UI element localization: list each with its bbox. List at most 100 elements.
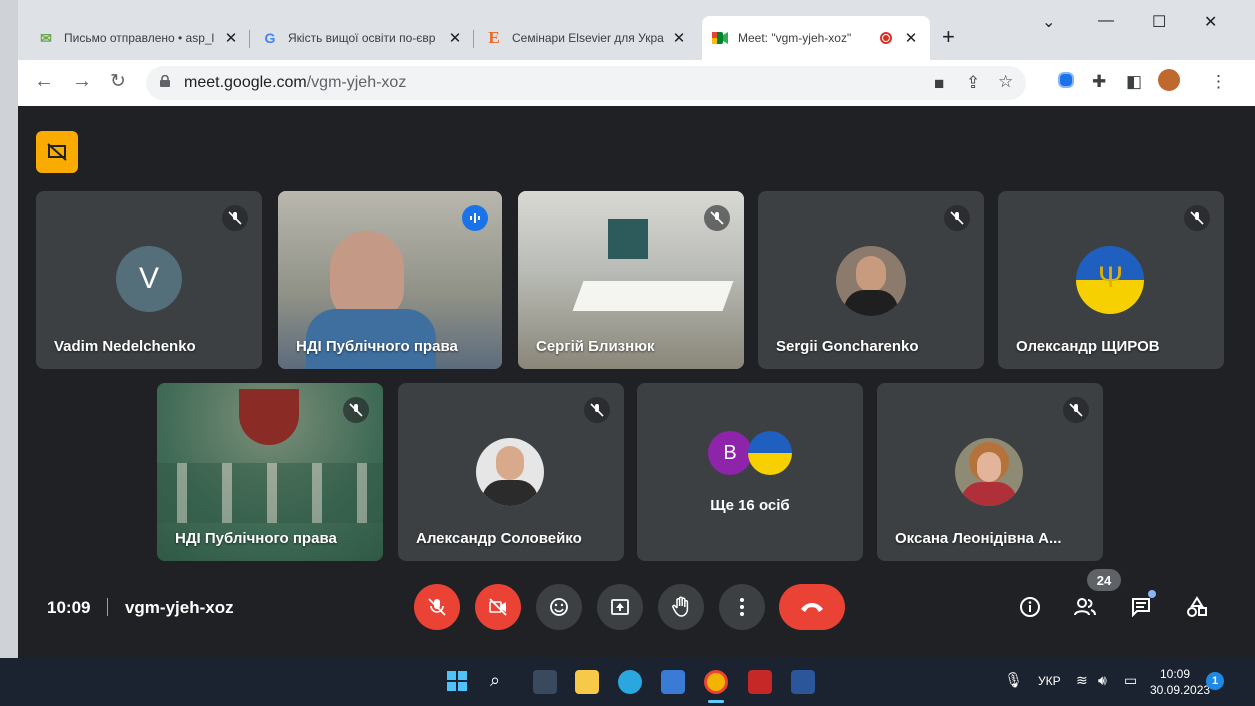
url-host: meet.google.com [184, 74, 307, 91]
mic-toggle-button[interactable] [414, 584, 460, 630]
close-tab-icon[interactable]: ✕ [670, 29, 688, 47]
participant-name: НДІ Публічного права [296, 338, 458, 355]
divider [107, 598, 109, 616]
trident-icon: Ψ [1098, 261, 1124, 294]
file-explorer-icon[interactable] [575, 670, 599, 694]
emoji-button[interactable] [536, 584, 582, 630]
search-icon[interactable]: ⌕ [490, 670, 514, 694]
minimize-icon[interactable]: — [1098, 12, 1114, 30]
profile-avatar-icon[interactable] [1158, 69, 1180, 96]
info-icon [1020, 597, 1040, 617]
language-indicator[interactable]: УКР [1038, 674, 1061, 688]
participant-name: НДІ Публічного права [175, 530, 337, 547]
participant-tile[interactable]: V Vadim Nedelchenko [36, 191, 262, 369]
chrome-icon[interactable] [704, 670, 728, 694]
wifi-icon[interactable]: ≋ [1076, 672, 1088, 689]
activities-button[interactable] [1184, 594, 1210, 620]
participant-name: Vadim Nedelchenko [54, 338, 196, 355]
share-icon[interactable]: ⇪ [966, 73, 980, 93]
participant-tile[interactable]: НДІ Публічного права [278, 191, 502, 369]
close-tab-icon[interactable]: ✕ [902, 29, 920, 47]
avatar: V [116, 246, 182, 312]
phone-hangup-icon [801, 603, 823, 612]
tab-meet[interactable]: Meet: "vgm-yjeh-xoz" ✕ [702, 16, 930, 60]
banner-pattern [157, 463, 383, 523]
meeting-details-button[interactable] [1017, 594, 1043, 620]
extensions-puzzle-icon[interactable]: ✚ [1092, 72, 1106, 92]
present-icon [611, 599, 629, 615]
camera-in-use-icon[interactable]: ■ [934, 74, 944, 94]
task-view-icon[interactable] [533, 670, 557, 694]
maximize-icon[interactable]: ☐ [1152, 12, 1166, 32]
forward-icon[interactable]: → [72, 70, 92, 93]
reload-icon[interactable]: ↻ [110, 70, 126, 93]
tab-strip: ✉ Письмо отправлено • asp_l ✕ G Якість в… [18, 0, 1255, 60]
participant-tile[interactable]: Ψ Олександр ЩИРОВ [998, 191, 1224, 369]
participant-name: Sergii Goncharenko [776, 338, 919, 355]
notification-badge[interactable]: 1 [1206, 672, 1224, 690]
participant-tile[interactable]: Сергій Близнюк [518, 191, 744, 369]
tab-google[interactable]: G Якість вищої освіти по-євр ✕ [252, 16, 474, 60]
tab-elsevier[interactable]: E Семінари Elsevier для Укра ✕ [476, 16, 698, 60]
close-tab-icon[interactable]: ✕ [222, 29, 240, 47]
browser-menu-icon[interactable]: ⋮ [1210, 72, 1227, 92]
side-panel-icon[interactable]: ◧ [1126, 72, 1142, 92]
address-bar[interactable]: meet.google.com/vgm-yjeh-xoz ■ ⇪ ☆ [146, 66, 1026, 100]
participant-tile[interactable]: НДІ Публічного права [157, 383, 383, 561]
participant-tile[interactable]: Оксана Леонідівна А... [877, 383, 1103, 561]
extension-circle-icon[interactable] [1058, 72, 1074, 93]
url-path: /vgm-yjeh-xoz [306, 74, 407, 91]
participant-name: Оксана Леонідівна А... [895, 530, 1062, 547]
mic-off-icon [1184, 205, 1210, 231]
lock-icon [160, 75, 170, 87]
ukraine-flag-avatar [748, 431, 792, 475]
meeting-code: vgm-yjeh-xoz [124, 598, 234, 617]
participant-tile[interactable]: Sergii Goncharenko [758, 191, 984, 369]
recording-indicator-icon [880, 32, 892, 44]
close-window-icon[interactable]: ✕ [1204, 12, 1217, 32]
edge-browser-icon[interactable] [618, 670, 642, 694]
others-tile[interactable]: B Ще 16 осіб [637, 383, 863, 561]
chevron-down-icon[interactable]: ⌄ [1042, 12, 1055, 32]
url-text: meet.google.com/vgm-yjeh-xoz [184, 74, 406, 92]
participant-tile[interactable]: Александр Соловейко [398, 383, 624, 561]
new-tab-icon[interactable]: + [942, 24, 955, 50]
pdf-editor-icon[interactable] [748, 670, 772, 694]
meet-icon [712, 30, 728, 46]
volume-icon[interactable]: 🔊︎ [1098, 672, 1107, 689]
bookmark-star-icon[interactable]: ☆ [998, 72, 1013, 92]
clock-time: 10:09 [1159, 667, 1190, 681]
close-tab-icon[interactable]: ✕ [446, 29, 464, 47]
mic-off-icon [704, 205, 730, 231]
chat-button[interactable] [1128, 590, 1156, 620]
back-icon[interactable]: ← [34, 70, 54, 93]
windows-start-icon[interactable] [446, 670, 470, 694]
camera-toggle-button[interactable] [475, 584, 521, 630]
camera-off-icon [489, 598, 507, 616]
participant-name: Олександр ЩИРОВ [1016, 338, 1160, 355]
participant-name: Александр Соловейко [416, 530, 582, 547]
people-button[interactable] [1072, 594, 1098, 620]
word-icon[interactable] [791, 670, 815, 694]
present-off-icon[interactable] [36, 131, 78, 173]
avatar [476, 438, 544, 506]
microphone-icon[interactable]: 🎙 [1004, 671, 1023, 689]
participant-name: Сергій Близнюк [536, 338, 655, 355]
mic-off-icon [584, 397, 610, 423]
store-icon[interactable] [661, 670, 685, 694]
system-clock[interactable]: 10:09 30.09.2023 [1150, 666, 1210, 698]
more-options-button[interactable] [719, 584, 765, 630]
leave-call-button[interactable] [779, 584, 845, 630]
room-screen [608, 219, 648, 259]
person-head [330, 231, 404, 321]
os-taskbar: ⌕ 🎙 УКР ≋ 🔊︎ ▭ 10:09 30.09.2023 1 [0, 658, 1255, 706]
tab-mail[interactable]: ✉ Письмо отправлено • asp_l ✕ [28, 16, 250, 60]
active-app-indicator [708, 700, 724, 703]
participant-count-badge: 24 [1087, 569, 1121, 591]
emoji-icon [550, 598, 568, 616]
present-button[interactable] [597, 584, 643, 630]
tab-title: Семінари Elsevier для Укра [512, 31, 664, 45]
battery-icon[interactable]: ▭ [1124, 672, 1137, 689]
raise-hand-button[interactable] [658, 584, 704, 630]
people-icon [1074, 598, 1096, 616]
